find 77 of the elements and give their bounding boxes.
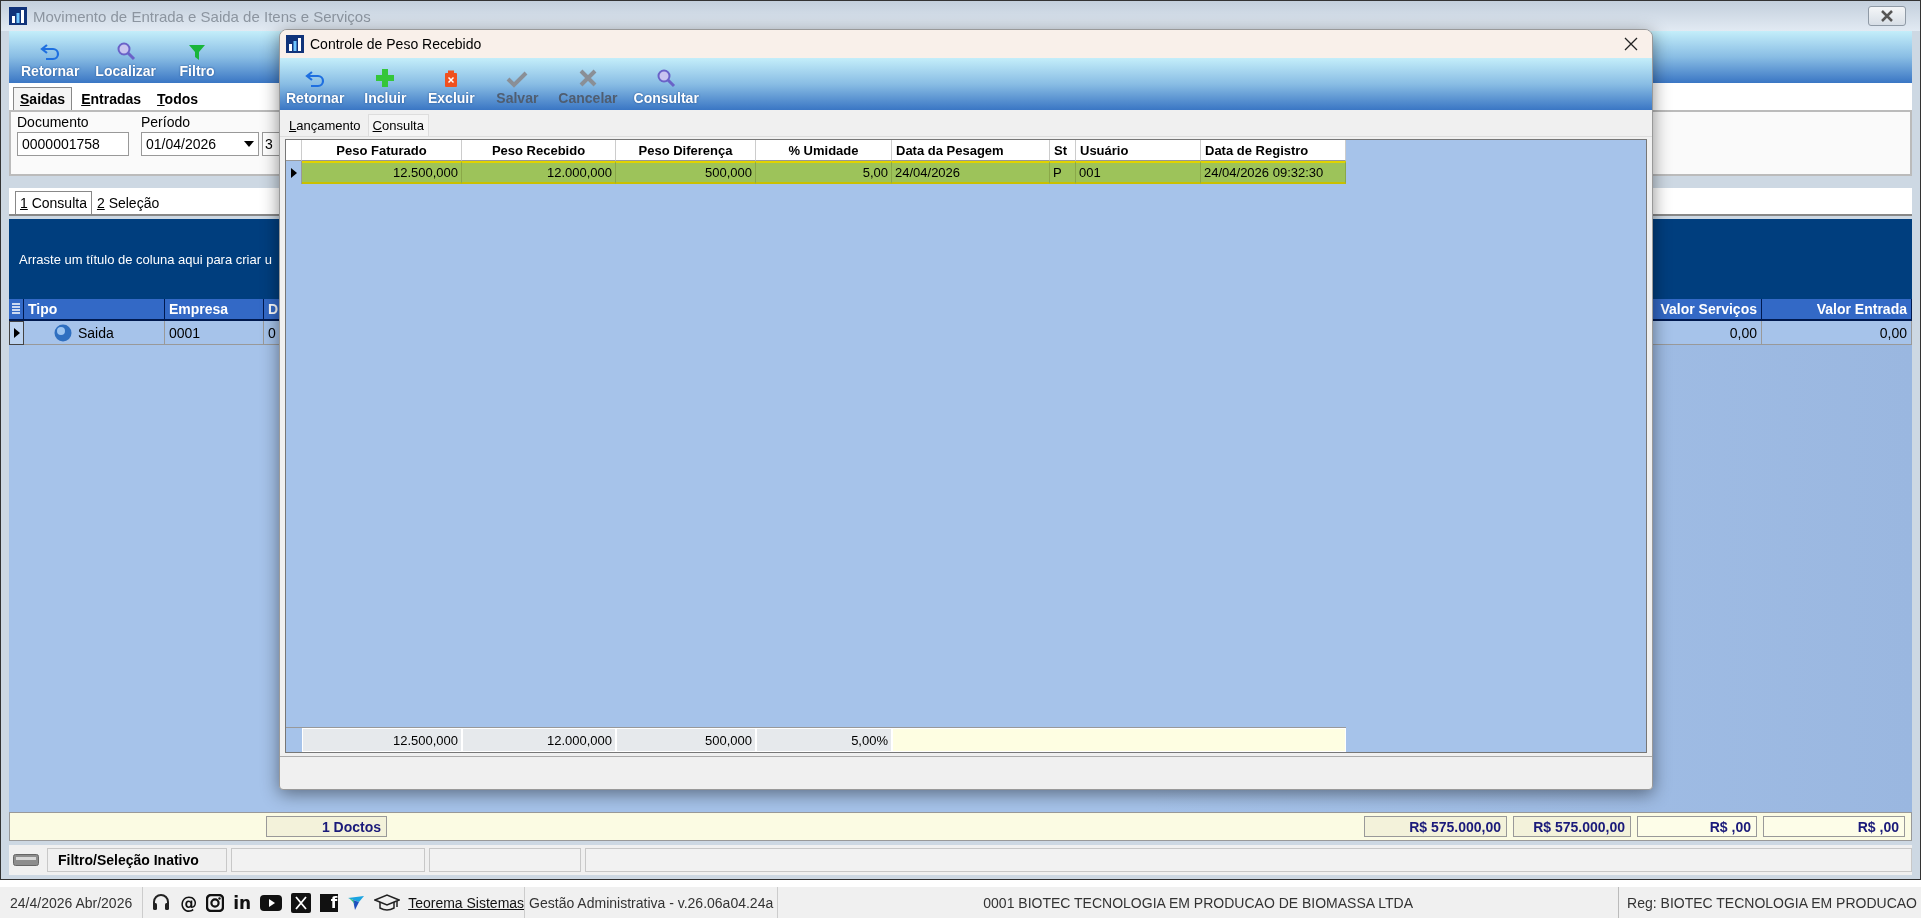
app-icon — [286, 35, 304, 53]
table-cell: 5,00 — [756, 161, 892, 184]
tab[interactable]: Entradas — [74, 87, 149, 110]
total-cell: 500,000 — [616, 728, 756, 752]
dialog-title: Controle de Peso Recebido — [310, 36, 483, 52]
window-title: Movimento de Entrada e Saida de Itens e Serviços — [33, 7, 372, 25]
tab[interactable]: 2 Seleção — [91, 191, 165, 214]
column-header[interactable]: Peso Diferença — [616, 140, 756, 161]
table-cell: 12.500,000 — [302, 161, 462, 184]
tab[interactable]: Consulta — [367, 114, 429, 136]
column-chooser-icon[interactable] — [9, 299, 24, 321]
column-header[interactable]: Usuário — [1076, 140, 1201, 161]
column-header[interactable]: % Umidade — [756, 140, 892, 161]
column-header[interactable]: Tipo — [24, 299, 165, 321]
tab[interactable]: 1 Consulta — [15, 191, 92, 214]
version-label: Gestão Administrativa - v.26.06a04.24a — [524, 887, 779, 918]
date-label: 24/4/2026 Abr/2026 — [0, 887, 144, 918]
undo-icon — [304, 70, 327, 88]
column-header[interactable]: Data da Pesagem — [892, 140, 1050, 161]
play-icon[interactable] — [260, 894, 283, 911]
date-dropdown[interactable]: 01/04/2026 — [141, 132, 259, 156]
total-value: R$ ,00 — [1637, 816, 1757, 837]
document-count: 1 Doctos — [266, 816, 387, 837]
social-icon[interactable]: @ — [180, 892, 198, 913]
table-cell: 24/04/2026 — [892, 161, 1050, 184]
camera-icon[interactable] — [206, 893, 225, 912]
close-icon — [1624, 37, 1638, 51]
column-header[interactable]: Data de Registro — [1201, 140, 1346, 161]
column-header[interactable]: Peso Faturado — [302, 140, 462, 161]
close-button[interactable] — [1868, 6, 1906, 26]
social-icon[interactable]: in — [233, 892, 252, 913]
cross-icon[interactable] — [291, 892, 312, 913]
column-header[interactable]: Valor Entrada — [1762, 299, 1912, 321]
headset-icon[interactable] — [151, 892, 172, 913]
registration-label: Reg: BIOTEC TECNOLOGIA EM PRODUCAO — [1618, 887, 1921, 918]
search-icon — [115, 41, 136, 61]
total-cell: 12.000,000 — [462, 728, 616, 752]
column-header[interactable]: Empresa — [165, 299, 264, 321]
filter-status: Filtro/Seleção Inativo — [47, 848, 227, 872]
total-value: R$ ,00 — [1763, 816, 1905, 837]
globe-icon — [54, 323, 72, 342]
keyboard-icon — [13, 854, 39, 866]
table-cell: 0001 — [165, 321, 264, 345]
graduation-cap-icon[interactable] — [374, 892, 401, 913]
total-value: R$ 575.000,00 — [1364, 816, 1507, 837]
group-hint: Arraste um título de coluna aqui para criar u — [19, 251, 272, 267]
field-label: Documento — [17, 114, 90, 130]
table-cell: P — [1050, 161, 1076, 184]
table-cell: 12.000,000 — [462, 161, 616, 184]
table-cell: 500,000 — [616, 161, 756, 184]
table-cell: 24/04/2026 09:32:30 — [1201, 161, 1346, 184]
table-cell: 0,00 — [1762, 321, 1912, 345]
social-icon[interactable]: f — [320, 893, 339, 912]
column-header[interactable]: Peso Recebido — [462, 140, 616, 161]
table-cell: Saida — [24, 321, 165, 345]
funnel-icon — [188, 43, 207, 61]
caret-icon — [244, 141, 254, 147]
total-cell: 12.500,000 — [302, 728, 462, 752]
total-cell: 5,00% — [756, 728, 892, 752]
undo-icon — [39, 43, 62, 61]
close-icon — [1880, 10, 1894, 22]
cross-icon — [577, 68, 598, 88]
app-icon — [9, 7, 27, 25]
corner-header — [286, 140, 302, 161]
bird-icon[interactable] — [347, 894, 366, 911]
company-link[interactable]: Teorema Sistemas — [408, 894, 525, 911]
tab[interactable]: Saidas — [13, 87, 73, 110]
tab[interactable]: Todos — [150, 87, 206, 110]
total-value: R$ 575.000,00 — [1513, 816, 1631, 837]
search-icon — [656, 68, 677, 88]
column-header[interactable]: St — [1050, 140, 1076, 161]
table-cell: 001 — [1076, 161, 1201, 184]
plus-icon — [375, 68, 396, 88]
document-field[interactable]: 0000001758 — [17, 132, 129, 156]
check-icon — [506, 70, 529, 88]
delete-icon — [444, 70, 459, 88]
company-name: 0001 BIOTEC TECNOLOGIA EM PRODUCAO DE BIOMASSA LTDA — [982, 894, 1414, 911]
